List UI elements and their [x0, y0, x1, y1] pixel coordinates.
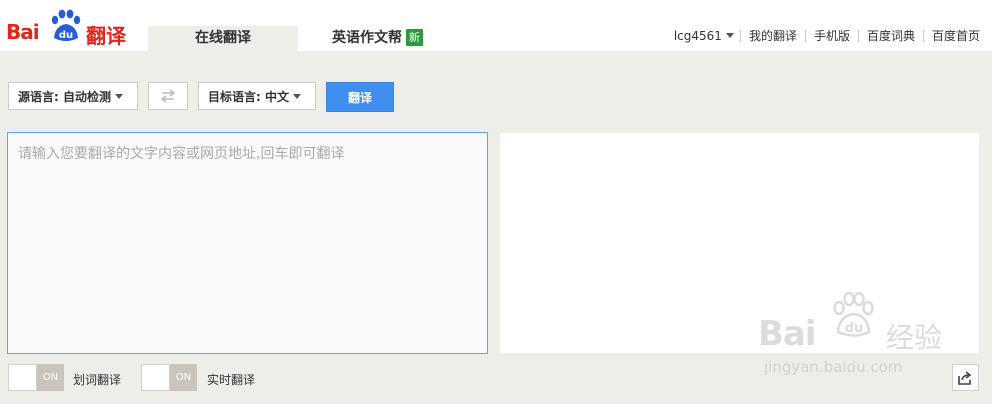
baidu-paw-icon: du	[51, 9, 81, 41]
source-language-label: 源语言: 自动检测	[18, 90, 111, 104]
toggle-state: ON	[170, 364, 197, 391]
target-language-select[interactable]: 目标语言: 中文	[198, 82, 316, 110]
tab-online-translate[interactable]: 在线翻译	[148, 26, 298, 51]
username: lcg4561	[673, 29, 722, 43]
chevron-down-icon	[292, 94, 301, 99]
live-translate-label: 实时翻译	[207, 373, 256, 387]
new-badge: 新	[406, 29, 423, 46]
live-translate-toggle[interactable]: ON	[141, 364, 197, 391]
nav-mobile[interactable]: 手机版	[806, 26, 858, 46]
watermark-brand-jingyan: 经验	[886, 321, 943, 354]
logo-text-bai: Bai	[6, 20, 40, 44]
tab-english-essay-label: 英语作文帮	[332, 30, 402, 46]
nav-baidu-dictionary[interactable]: 百度词典	[859, 26, 923, 46]
nav-baidu-home[interactable]: 百度首页	[924, 26, 980, 46]
top-nav: lcg4561 我的翻译 手机版 百度词典 百度首页	[666, 26, 980, 46]
word-translate-toggle[interactable]: ON	[8, 364, 64, 391]
chevron-down-icon	[114, 94, 123, 99]
watermark-paw-icon: du	[833, 292, 874, 337]
user-menu[interactable]: lcg4561	[666, 26, 740, 46]
share-icon	[958, 370, 972, 385]
baidu-translate-logo[interactable]: Bai du 翻译	[6, 6, 128, 48]
swap-arrows-icon	[160, 89, 176, 103]
chevron-down-icon	[725, 33, 734, 38]
translate-button[interactable]: 翻译	[326, 82, 394, 112]
watermark-brand-bai: Bai	[758, 314, 817, 354]
source-text-pane	[7, 132, 488, 354]
baidu-jingyan-watermark: Bai du 经验 jingyan.baidu.com	[758, 292, 948, 382]
source-text-input[interactable]	[8, 133, 487, 353]
nav-my-translations[interactable]: 我的翻译	[741, 26, 805, 46]
watermark-brand-du: du	[845, 321, 864, 336]
swap-languages-button[interactable]	[148, 82, 188, 110]
tab-online-translate-label: 在线翻译	[195, 30, 251, 46]
logo-text-du: du	[59, 30, 73, 41]
toggle-knob	[141, 364, 170, 391]
logo-text-fanyi: 翻译	[86, 24, 126, 48]
watermark-url: jingyan.baidu.com	[764, 358, 903, 376]
toggle-knob	[8, 364, 37, 391]
share-button[interactable]	[952, 364, 979, 391]
target-language-label: 目标语言: 中文	[208, 90, 289, 104]
toggle-state: ON	[37, 364, 64, 391]
word-translate-label: 划词翻译	[73, 373, 122, 387]
source-language-select[interactable]: 源语言: 自动检测	[8, 82, 138, 110]
tab-english-essay[interactable]: 英语作文帮新	[332, 26, 444, 51]
header: Bai du 翻译 在线翻译 英语作文帮新 lcg4561 我的翻译 手机版 百…	[0, 0, 992, 51]
